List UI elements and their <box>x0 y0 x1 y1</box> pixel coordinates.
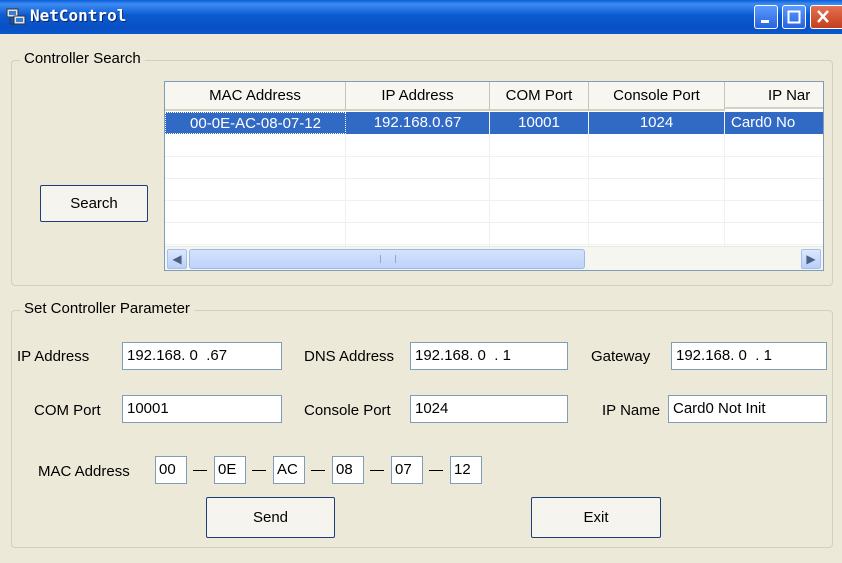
column-header-ip-name[interactable]: IP Nar <box>725 82 823 109</box>
column-header-ip[interactable]: IP Address <box>346 82 490 111</box>
set-parameter-group: Set Controller Parameter IP Address 192.… <box>11 300 833 548</box>
mac-separator <box>252 470 266 471</box>
scroll-left-button[interactable]: ◀ <box>167 249 187 269</box>
column-header-com-port[interactable]: COM Port <box>490 82 589 111</box>
close-icon <box>817 10 829 23</box>
mac-octet-3-field[interactable]: AC <box>273 456 305 484</box>
controller-search-legend: Controller Search <box>20 50 145 67</box>
ip-address-label: IP Address <box>17 348 90 365</box>
scrollbar-thumb[interactable] <box>189 249 585 269</box>
row-gridline <box>165 156 823 157</box>
minimize-icon <box>761 20 769 23</box>
column-header-console-port[interactable]: Console Port <box>589 82 725 111</box>
table-header: MAC Address IP Address COM Port Console … <box>165 82 823 111</box>
ip-name-label: IP Name <box>602 402 661 419</box>
app-network-icon <box>6 8 26 25</box>
row-gridline <box>165 222 823 223</box>
column-gridline <box>724 134 725 246</box>
row-gridline <box>165 244 823 245</box>
mac-octet-5-field[interactable]: 07 <box>391 456 423 484</box>
mac-octet-1-field[interactable]: 00 <box>155 456 187 484</box>
column-header-mac[interactable]: MAC Address <box>165 82 346 111</box>
gateway-label: Gateway <box>591 348 651 365</box>
cell-ip: 192.168.0.67 <box>346 112 490 134</box>
mac-separator <box>311 470 325 471</box>
cell-mac: 00-0E-AC-08-07-12 <box>165 112 346 134</box>
mac-separator <box>193 470 207 471</box>
console-port-field[interactable]: 1024 <box>410 395 568 423</box>
ip-address-field[interactable]: 192.168. 0 .67 <box>122 342 282 370</box>
send-button[interactable]: Send <box>206 497 335 538</box>
cell-console-port: 1024 <box>589 112 725 134</box>
controller-search-group: Controller Search Search MAC Address IP … <box>11 50 833 286</box>
maximize-button[interactable] <box>782 5 806 29</box>
mac-octet-2-field[interactable]: 0E <box>214 456 246 484</box>
close-button[interactable] <box>810 5 842 29</box>
dns-address-label: DNS Address <box>304 348 395 365</box>
com-port-field[interactable]: 10001 <box>122 395 282 423</box>
window-title: NetControl <box>30 6 127 25</box>
scroll-right-button[interactable]: ▶ <box>801 249 821 269</box>
mac-address-label: MAC Address <box>38 463 130 480</box>
title-bar[interactable]: NetControl <box>0 0 842 34</box>
controller-table[interactable]: MAC Address IP Address COM Port Console … <box>164 81 824 271</box>
mac-octet-4-field[interactable]: 08 <box>332 456 364 484</box>
column-gridline <box>588 134 589 246</box>
minimize-button[interactable] <box>754 5 778 29</box>
mac-separator <box>429 470 443 471</box>
exit-button[interactable]: Exit <box>531 497 661 538</box>
dns-address-field[interactable]: 192.168. 0 . 1 <box>410 342 568 370</box>
table-row[interactable]: 00-0E-AC-08-07-12 192.168.0.67 10001 102… <box>165 112 823 134</box>
netcontrol-window: NetControl Controller Search Search MAC … <box>0 0 842 563</box>
console-port-label: Console Port <box>304 402 391 419</box>
column-gridline <box>489 134 490 246</box>
maximize-icon <box>787 10 801 24</box>
chevron-right-icon: ▶ <box>806 252 816 266</box>
column-gridline <box>345 134 346 246</box>
com-port-label: COM Port <box>34 402 101 419</box>
row-gridline <box>165 178 823 179</box>
row-gridline <box>165 200 823 201</box>
mac-octet-6-field[interactable]: 12 <box>450 456 482 484</box>
cell-ip-name: Card0 No <box>725 112 823 134</box>
cell-com-port: 10001 <box>490 112 589 134</box>
horizontal-scrollbar[interactable]: ◀ ▶ <box>165 246 823 270</box>
gateway-field[interactable]: 192.168. 0 . 1 <box>671 342 827 370</box>
mac-separator <box>370 470 384 471</box>
set-parameter-legend: Set Controller Parameter <box>20 300 194 317</box>
scrollbar-grip <box>380 255 396 263</box>
ip-name-field[interactable]: Card0 Not Init <box>668 395 827 423</box>
search-button[interactable]: Search <box>40 185 148 222</box>
chevron-left-icon: ◀ <box>172 252 182 266</box>
